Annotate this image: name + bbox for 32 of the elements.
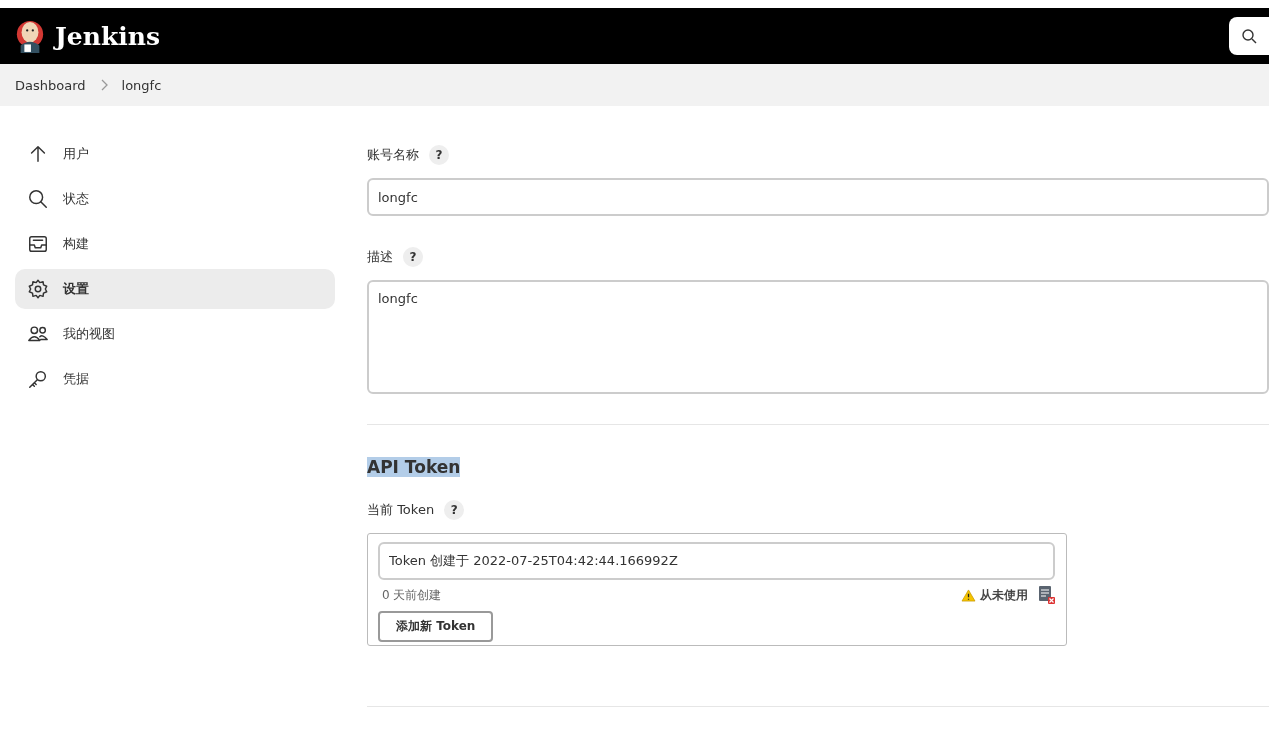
token-name-input[interactable]: Token 创建于 2022-07-25T04:42:44.166992Z bbox=[378, 542, 1055, 580]
description-textarea[interactable]: longfc bbox=[367, 280, 1269, 394]
field-label: 当前 Token bbox=[367, 501, 435, 519]
account-name-input[interactable]: longfc bbox=[367, 178, 1269, 216]
search-icon bbox=[27, 188, 49, 210]
chevron-icon bbox=[99, 79, 108, 91]
key-icon bbox=[27, 368, 49, 390]
search-icon bbox=[1241, 28, 1257, 44]
help-button[interactable]: ? bbox=[429, 145, 449, 165]
inbox-icon bbox=[27, 233, 49, 255]
sidebar-item[interactable]: 我的视图 bbox=[15, 314, 335, 354]
sidebar-item[interactable]: 状态 bbox=[15, 179, 335, 219]
field-label: 描述 bbox=[367, 248, 393, 266]
help-button[interactable]: ? bbox=[403, 247, 423, 267]
field-label: 账号名称 bbox=[367, 146, 419, 164]
warning-icon bbox=[961, 588, 976, 602]
section-heading: API Token bbox=[367, 457, 461, 477]
revoke-icon[interactable] bbox=[1038, 585, 1056, 605]
settings-icon bbox=[27, 278, 49, 300]
brand-name[interactable]: Jenkins bbox=[55, 21, 160, 51]
sidebar-item[interactable]: 设置 bbox=[15, 269, 335, 309]
butler-logo-icon[interactable] bbox=[15, 18, 45, 54]
add-token-button[interactable]: 添加新 Token bbox=[378, 611, 494, 642]
breadcrumb-link[interactable]: longfc bbox=[121, 77, 162, 93]
search-field[interactable] bbox=[1229, 17, 1269, 55]
sidebar-item[interactable]: 用户 bbox=[15, 134, 335, 174]
breadcrumb-link[interactable]: Dashboard bbox=[15, 77, 86, 93]
sidebar-item[interactable]: 凭据 bbox=[15, 359, 335, 399]
sidebar-item[interactable]: 构建 bbox=[15, 224, 335, 264]
token-usage-text: 从未使用 bbox=[980, 586, 1028, 604]
token-age-text: 0 天前创建 bbox=[381, 586, 442, 604]
help-button[interactable]: ? bbox=[444, 500, 465, 520]
